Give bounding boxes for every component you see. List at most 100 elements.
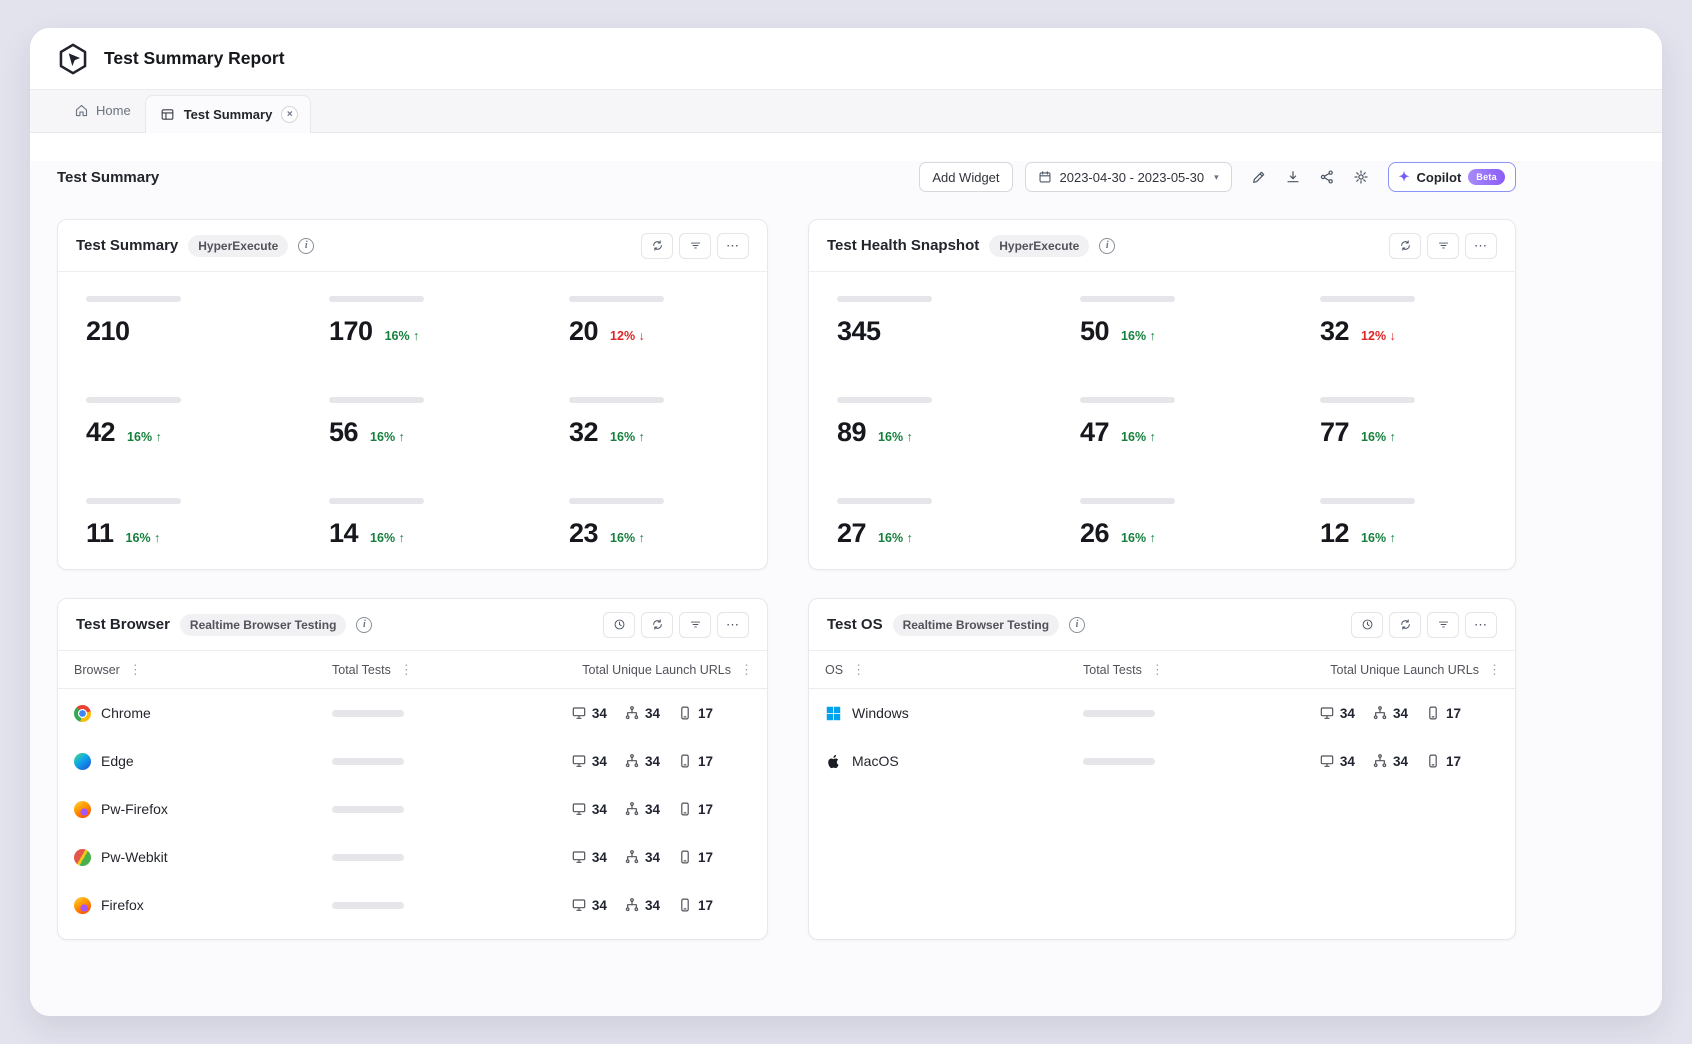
row-name: Edge [101,753,134,769]
column-browser: Browser [74,663,120,677]
pw-webkit-icon [74,849,91,866]
table-row-pw-firefox: Pw-Firefox 34 34 17 [58,785,767,833]
table-row-edge: Edge 34 34 17 [58,737,767,785]
metric-change: 16% ↑ [1121,430,1156,444]
desktop-icon [571,801,587,817]
row-name: Windows [852,705,909,721]
stat-desktop: 34 [571,801,607,817]
ellipsis-icon: ⋯ [726,618,740,631]
filter-button[interactable] [1427,233,1459,259]
stat-value: 34 [645,754,660,769]
metric-change: 16% ↑ [1121,329,1156,343]
settings-button[interactable] [1346,162,1376,192]
widget-badge: Realtime Browser Testing [180,614,346,636]
filter-button[interactable] [1427,612,1459,638]
date-range-picker[interactable]: 2023-04-30 - 2023-05-30 ▾ [1025,162,1232,192]
filter-button[interactable] [679,233,711,259]
download-button[interactable] [1278,162,1308,192]
stat-value: 34 [1340,754,1355,769]
share-button[interactable] [1312,162,1342,192]
metric-cell: 5616% ↑ [329,397,569,448]
column-total-tests: Total Tests [1083,663,1142,677]
info-icon[interactable]: i [298,238,314,254]
kebab-icon[interactable]: ⋮ [852,662,865,678]
metric-value: 56 [329,416,358,448]
widget-tools: ⋯ [603,612,749,638]
stat-mobile: 17 [1425,705,1461,721]
metric-cell: 3212% ↓ [1320,296,1487,347]
app-title: Test Summary Report [104,48,285,69]
metric-cell: 1216% ↑ [1320,498,1487,549]
widget-badge: Realtime Browser Testing [893,614,1059,636]
branch-icon [624,849,640,865]
kebab-icon[interactable]: ⋮ [740,662,753,678]
metric-change: 16% ↑ [610,430,645,444]
widget-header: Test OS Realtime Browser Testing i ⋯ [809,599,1515,651]
history-button[interactable] [603,612,635,638]
kebab-icon[interactable]: ⋮ [1488,662,1501,678]
tab-home[interactable]: Home [60,89,145,132]
total-tests-bar [332,902,404,909]
widget-test-browser: Test Browser Realtime Browser Testing i … [57,598,768,940]
metric-value: 50 [1080,315,1109,347]
desktop-icon [571,849,587,865]
kebab-icon[interactable]: ⋮ [1151,662,1164,678]
row-name: Chrome [101,705,151,721]
metric-label-skeleton [1080,397,1175,403]
more-button[interactable]: ⋯ [717,233,749,259]
calendar-icon [1038,170,1052,184]
add-widget-button[interactable]: Add Widget [919,162,1012,192]
metric-value: 42 [86,416,115,448]
widget-badge: HyperExecute [188,235,288,257]
more-button[interactable]: ⋯ [1465,612,1497,638]
info-icon[interactable]: i [1099,238,1115,254]
metric-change: 12% ↓ [1361,329,1396,343]
gear-icon [1353,169,1369,185]
firefox-icon [74,897,91,914]
edit-button[interactable] [1244,162,1274,192]
kebab-icon[interactable]: ⋮ [129,662,142,678]
widget-header: Test Health Snapshot HyperExecute i ⋯ [809,220,1515,272]
refresh-icon [651,618,664,631]
row-name: Pw-Firefox [101,801,168,817]
download-icon [1285,169,1301,185]
info-icon[interactable]: i [1069,617,1085,633]
stat-mobile: 17 [677,801,713,817]
refresh-button[interactable] [641,233,673,259]
filter-icon [689,618,702,631]
filter-icon [689,239,702,252]
refresh-icon [1399,239,1412,252]
tab-close-icon[interactable]: × [281,106,298,123]
refresh-button[interactable] [641,612,673,638]
copilot-button[interactable]: ✦ Copilot Beta [1388,162,1516,192]
row-name: Firefox [101,897,144,913]
total-tests-bar [332,806,404,813]
history-button[interactable] [1351,612,1383,638]
share-icon [1319,169,1335,185]
more-button[interactable]: ⋯ [717,612,749,638]
filter-button[interactable] [679,612,711,638]
metric-cell: 210 [86,296,329,347]
stat-desktop: 34 [571,897,607,913]
metric-value: 77 [1320,416,1349,448]
column-os: OS [825,663,843,677]
metric-label-skeleton [86,498,181,504]
metric-value: 14 [329,517,358,549]
stat-value: 34 [645,898,660,913]
copilot-label: Copilot [1417,170,1462,185]
refresh-button[interactable] [1389,612,1421,638]
stat-value: 34 [592,802,607,817]
branch-icon [624,753,640,769]
table-header: Browser⋮ Total Tests⋮ Total Unique Launc… [58,651,767,689]
tab-test-summary[interactable]: Test Summary × [145,95,312,133]
metric-change: 16% ↑ [370,531,405,545]
info-icon[interactable]: i [356,617,372,633]
more-button[interactable]: ⋯ [1465,233,1497,259]
tab-label: Test Summary [184,107,273,122]
kebab-icon[interactable]: ⋮ [400,662,413,678]
refresh-icon [1399,618,1412,631]
branch-icon [1372,753,1388,769]
metric-value: 32 [569,416,598,448]
page-content: Test Summary Add Widget 2023-04-30 - 202… [30,161,1662,1016]
refresh-button[interactable] [1389,233,1421,259]
